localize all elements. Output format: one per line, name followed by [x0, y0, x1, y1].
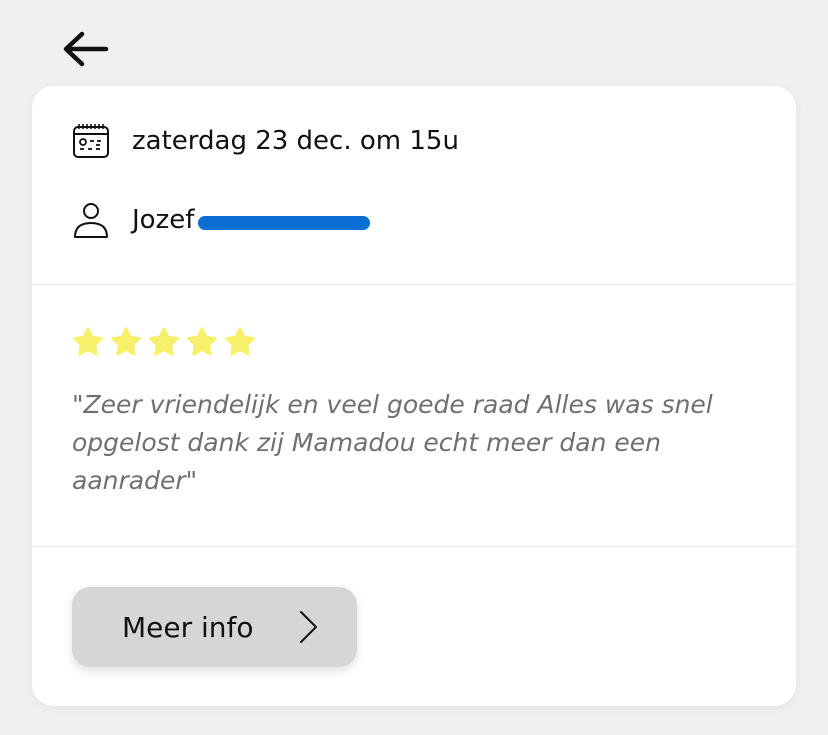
person-row: Jozef — [70, 199, 371, 241]
star-icon — [148, 326, 180, 358]
divider — [32, 546, 796, 547]
calendar-icon — [70, 120, 112, 162]
star-icon — [72, 326, 104, 358]
person-first-name: Jozef — [132, 205, 195, 235]
star-icon — [110, 326, 142, 358]
redacted-last-name — [198, 216, 371, 230]
appointment-card: zaterdag 23 dec. om 15u Jozef "Zeer vrie… — [32, 86, 796, 706]
person-name-group: Jozef — [132, 205, 371, 235]
chevron-right-icon — [295, 609, 321, 645]
star-icon — [186, 326, 218, 358]
review-text: "Zeer vriendelijk en veel goede raad All… — [72, 390, 713, 495]
appointment-date: zaterdag 23 dec. om 15u — [132, 126, 459, 156]
date-row: zaterdag 23 dec. om 15u — [70, 120, 459, 162]
arrow-left-icon — [60, 29, 110, 73]
star-icon — [224, 326, 256, 358]
star-rating — [72, 326, 256, 358]
more-info-label: Meer info — [122, 610, 254, 644]
back-button[interactable] — [58, 28, 112, 74]
more-info-button[interactable]: Meer info — [72, 587, 357, 667]
divider — [32, 284, 796, 285]
appointment-info: zaterdag 23 dec. om 15u Jozef — [32, 86, 796, 284]
user-icon — [70, 199, 112, 241]
